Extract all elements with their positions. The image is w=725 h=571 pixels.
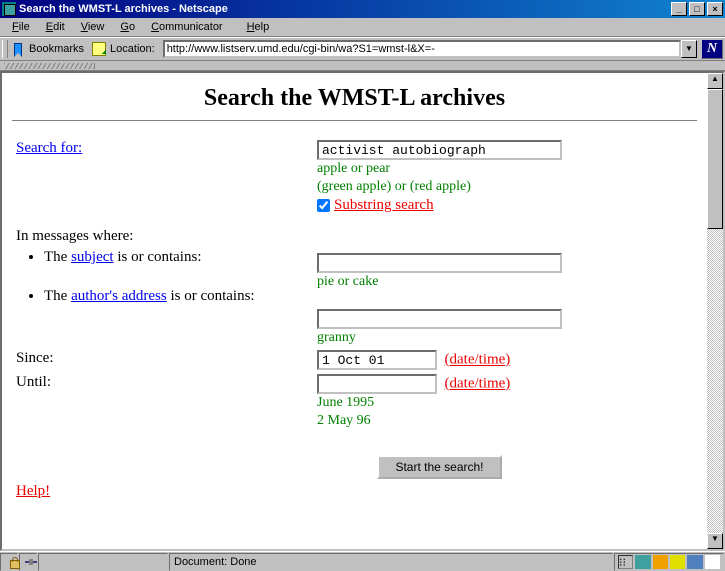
substring-checkbox[interactable] [317, 199, 330, 212]
menu-help[interactable]: Help [239, 19, 278, 35]
composer-icon[interactable] [705, 555, 720, 569]
subject-link[interactable]: subject [71, 249, 114, 265]
page-content: Search the WMST-L archives Search for: a… [2, 73, 707, 549]
scroll-track[interactable] [707, 89, 723, 533]
location-toolbar: Bookmarks Location: ▼ N [0, 37, 725, 61]
menu-view[interactable]: View [73, 19, 113, 35]
location-dropdown-button[interactable]: ▼ [681, 40, 697, 58]
status-online-cell[interactable] [19, 553, 37, 571]
in-messages-label: In messages where: [12, 228, 697, 245]
subject-hint: pie or cake [317, 274, 378, 289]
since-input[interactable] [317, 350, 437, 370]
maximize-button[interactable]: □ [689, 2, 705, 16]
until-datetime-link[interactable]: (date/time) [445, 376, 511, 392]
scroll-down-button[interactable]: ▼ [707, 533, 723, 549]
search-for-link[interactable]: Search for: [16, 140, 82, 156]
addressbook-icon[interactable] [687, 555, 702, 569]
minimize-button[interactable]: _ [671, 2, 687, 16]
author-item: The author's address is or contains: [44, 288, 317, 305]
search-for-input[interactable] [317, 140, 562, 160]
status-message: Document: Done [169, 553, 613, 571]
status-component-bar: ⁝⁝ [614, 553, 724, 571]
plug-icon [24, 556, 38, 568]
netscape-throbber-icon[interactable]: N [701, 39, 723, 59]
author-link[interactable]: author's address [71, 288, 167, 304]
component-icon-1[interactable]: ⁝⁝ [618, 555, 633, 569]
menu-file[interactable]: File [4, 19, 38, 35]
close-button[interactable]: × [707, 2, 723, 16]
statusbar: Document: Done ⁝⁝ [0, 551, 725, 571]
until-input[interactable] [317, 374, 437, 394]
scroll-up-button[interactable]: ▲ [707, 73, 723, 89]
search-hint-1: apple or pear [317, 161, 390, 176]
start-search-button[interactable]: Start the search! [377, 455, 501, 479]
menu-edit[interactable]: Edit [38, 19, 73, 35]
bookmarks-label[interactable]: Bookmarks [29, 43, 84, 55]
bookmarks-icon[interactable] [11, 42, 26, 56]
window-title: Search the WMST-L archives - Netscape [19, 3, 228, 15]
personal-toolbar-grip[interactable] [0, 61, 725, 71]
status-security-cell[interactable] [0, 553, 18, 571]
inbox-icon[interactable] [653, 555, 668, 569]
help-link[interactable]: Help! [16, 483, 50, 499]
search-hint-2: (green apple) or (red apple) [317, 179, 471, 194]
newsgroups-icon[interactable] [670, 555, 685, 569]
subject-input[interactable] [317, 253, 562, 273]
lock-icon [6, 555, 12, 569]
menu-communicator[interactable]: Communicator [143, 19, 231, 35]
status-progress-cell [38, 553, 168, 571]
netscape-icon [2, 2, 16, 16]
location-input[interactable] [163, 40, 681, 58]
author-input[interactable] [317, 309, 562, 329]
since-label: Since: [12, 350, 317, 367]
page-title: Search the WMST-L archives [12, 85, 697, 112]
heading-rule [12, 120, 697, 122]
window-titlebar: Search the WMST-L archives - Netscape _ … [0, 0, 725, 18]
scroll-thumb[interactable] [707, 89, 723, 229]
author-hint: granny [317, 330, 356, 345]
menubar: File Edit View Go Communicator Help [0, 18, 725, 37]
until-label: Until: [12, 374, 317, 391]
content-viewport: Search the WMST-L archives Search for: a… [0, 71, 725, 551]
menu-go[interactable]: Go [112, 19, 143, 35]
location-label: Location: [110, 43, 155, 55]
toolbar-grip[interactable] [2, 40, 8, 58]
vertical-scrollbar[interactable]: ▲ ▼ [707, 73, 723, 549]
date-hint-1: June 1995 [317, 395, 374, 410]
navigator-icon[interactable] [635, 555, 650, 569]
since-datetime-link[interactable]: (date/time) [445, 352, 511, 368]
subject-item: The subject is or contains: [44, 249, 317, 266]
date-hint-2: 2 May 96 [317, 413, 371, 428]
substring-link[interactable]: Substring search [334, 197, 434, 214]
location-icon [92, 42, 106, 56]
